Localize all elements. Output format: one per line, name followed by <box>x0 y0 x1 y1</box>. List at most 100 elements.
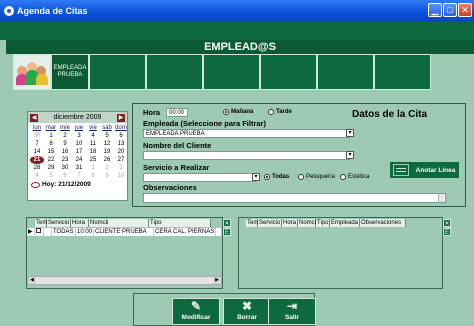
calendar-day[interactable]: 27 <box>114 156 128 164</box>
delete-row-icon[interactable]: ✕ <box>443 219 451 227</box>
calendar-day[interactable]: 14 <box>30 148 44 156</box>
observaciones-scrollbar[interactable] <box>438 194 444 202</box>
minimize-icon[interactable]: ▁ <box>428 3 442 17</box>
calendar-day[interactable]: 5 <box>100 132 114 140</box>
radio-selected-icon <box>223 109 229 115</box>
column-header[interactable]: Tem <box>35 219 47 227</box>
calendar-day[interactable]: 6 <box>114 132 128 140</box>
calendar: ◀ diciembre 2009 ▶ lun mar mié jue vie sáb dom… <box>27 111 128 201</box>
anotar-linea-button[interactable]: Anotar Línea <box>389 161 460 179</box>
maximize-icon[interactable]: □ <box>443 3 457 17</box>
calendar-day[interactable]: 4 <box>86 132 100 140</box>
calendar-day[interactable]: 3 <box>114 164 128 172</box>
column-header[interactable]: Hora <box>71 219 89 227</box>
calendar-day[interactable]: 2 <box>58 132 72 140</box>
calendar-day[interactable]: 7 <box>72 172 86 180</box>
delete-row-icon[interactable]: ✕ <box>223 219 231 227</box>
cliente-select[interactable] <box>143 151 350 160</box>
export-icon[interactable]: E <box>223 228 231 236</box>
radio-icon <box>340 174 346 180</box>
calendar-day[interactable]: 9 <box>100 172 114 180</box>
column-header[interactable]: Nomcli <box>89 219 149 227</box>
scroll-left-icon[interactable]: ◀ <box>28 277 36 284</box>
calendar-day[interactable]: 18 <box>86 148 100 156</box>
calendar-day[interactable]: 20 <box>114 148 128 156</box>
tarde-radio[interactable]: Tarde <box>268 109 292 115</box>
calendar-day[interactable]: 9 <box>58 140 72 148</box>
calendar-day[interactable]: 26 <box>100 156 114 164</box>
column-header[interactable]: Tipo <box>316 219 330 227</box>
calendar-day[interactable]: 4 <box>30 172 44 180</box>
calendar-day[interactable]: 8 <box>86 172 100 180</box>
manana-radio[interactable]: Mañana <box>223 109 253 115</box>
calendar-day[interactable]: 29 <box>44 164 58 172</box>
calendar-day[interactable]: 13 <box>114 140 128 148</box>
calendar-dow: dom <box>115 125 127 131</box>
estetica-radio[interactable]: Estética <box>340 174 369 180</box>
scroll-right-icon[interactable]: ▶ <box>213 277 221 284</box>
horizontal-scrollbar[interactable]: ◀ ▶ <box>27 276 222 285</box>
employee-thumb-empty[interactable] <box>89 54 146 90</box>
employee-thumb-empty[interactable] <box>146 54 203 90</box>
table-row[interactable]: ▶ TODAS 10:00 CLIENTE PRUEBA CERA CAL. P… <box>27 228 221 236</box>
salir-label: Salir <box>284 314 300 321</box>
calendar-day[interactable]: 2 <box>100 164 114 172</box>
observaciones-input[interactable] <box>143 193 446 203</box>
calendar-day[interactable]: 28 <box>30 164 44 172</box>
hora-input[interactable]: 00:00 <box>166 108 188 117</box>
calendar-day[interactable]: 30 <box>30 132 44 140</box>
export-icon[interactable]: E <box>443 228 451 236</box>
column-header[interactable]: Servicio <box>258 219 282 227</box>
calendar-day[interactable]: 3 <box>72 132 86 140</box>
chevron-down-icon[interactable]: ▾ <box>252 173 260 181</box>
calendar-day[interactable]: 11 <box>86 140 100 148</box>
row-checkbox[interactable] <box>35 228 44 236</box>
calendar-day[interactable]: 31 <box>72 164 86 172</box>
chevron-down-icon[interactable]: ▾ <box>346 151 354 159</box>
column-header[interactable]: Empleada <box>330 219 360 227</box>
close-icon[interactable]: ✕ <box>458 3 472 17</box>
column-header[interactable]: Tem <box>246 219 258 227</box>
borrar-button[interactable]: ✖ Borrar <box>223 298 271 325</box>
employee-thumb-empty[interactable] <box>203 54 260 90</box>
calendar-day[interactable]: 12 <box>100 140 114 148</box>
calendar-day[interactable]: 1 <box>86 164 100 172</box>
column-header[interactable]: Servicio <box>47 219 71 227</box>
calendar-day[interactable]: 10 <box>72 140 86 148</box>
salir-button[interactable]: ⇥ Salir <box>268 298 316 325</box>
calendar-day[interactable]: 5 <box>44 172 58 180</box>
today-link[interactable]: Hoy: 21/12/2009 <box>28 181 127 188</box>
column-header[interactable]: Nomcli <box>298 219 317 227</box>
modificar-button[interactable]: ✎ Modificar <box>172 298 220 325</box>
calendar-day[interactable]: 25 <box>86 156 100 164</box>
servicio-select[interactable] <box>143 173 256 182</box>
column-header[interactable]: Hora <box>282 219 298 227</box>
calendar-day[interactable]: 23 <box>58 156 72 164</box>
column-header[interactable]: Tipo <box>149 219 211 227</box>
calendar-day[interactable]: 1 <box>44 132 58 140</box>
calendar-day[interactable]: 30 <box>58 164 72 172</box>
calendar-day[interactable]: 10 <box>114 172 128 180</box>
peluqueria-radio[interactable]: Peluquería <box>298 174 335 180</box>
employee-thumb-empty[interactable] <box>374 54 431 90</box>
employee-thumb-empty[interactable] <box>260 54 317 90</box>
employee-thumb-empty[interactable] <box>317 54 374 90</box>
calendar-day[interactable]: 15 <box>44 148 58 156</box>
calendar-day[interactable]: 8 <box>44 140 58 148</box>
chevron-down-icon[interactable]: ▾ <box>346 129 354 137</box>
calendar-day[interactable]: 7 <box>30 140 44 148</box>
calendar-day[interactable]: 22 <box>44 156 58 164</box>
empleada-select[interactable]: EMPLEADA PRUEBA <box>143 129 350 138</box>
prev-month-icon[interactable]: ◀ <box>30 113 38 122</box>
next-month-icon[interactable]: ▶ <box>117 113 125 122</box>
calendar-day[interactable]: 17 <box>72 148 86 156</box>
calendar-day[interactable]: 24 <box>72 156 86 164</box>
people-icon[interactable] <box>13 54 51 90</box>
calendar-day[interactable]: 19 <box>100 148 114 156</box>
column-header[interactable]: Observaciones <box>360 219 406 227</box>
calendar-day[interactable]: 6 <box>58 172 72 180</box>
todas-radio[interactable]: Todas <box>264 174 289 180</box>
calendar-day[interactable]: 21 <box>30 156 44 164</box>
employee-thumb-empleada-prueba[interactable]: EMPLEADA PRUEBA <box>51 54 89 90</box>
calendar-day[interactable]: 16 <box>58 148 72 156</box>
